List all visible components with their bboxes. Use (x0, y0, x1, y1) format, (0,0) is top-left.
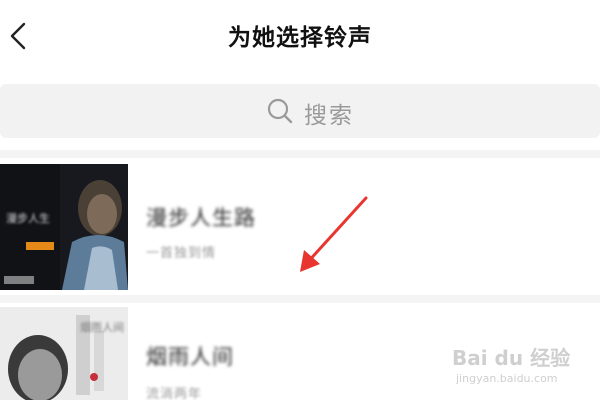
watermark: Bai du 经验 jingyan.baidu.com (452, 342, 572, 390)
page-title: 为她选择铃声 (228, 25, 372, 51)
song-subtitle: 流淌两年 (146, 387, 203, 400)
section-divider (0, 295, 600, 303)
album-cover-art (0, 164, 128, 290)
album-cover: 烟雨人间 (0, 307, 128, 400)
album-cover: 漫步人生 (0, 164, 128, 290)
search-icon (267, 98, 293, 124)
song-list-item[interactable]: 漫步人生 漫步人生路 一首独到情 (0, 160, 600, 295)
watermark-url: jingyan.baidu.com (456, 372, 558, 385)
top-bar: 为她选择铃声 (0, 0, 600, 72)
section-divider (0, 150, 600, 158)
watermark-brand: Bai du 经验 (452, 346, 571, 370)
search-placeholder: 搜索 (304, 103, 354, 129)
cover-caption: 漫步人生 (6, 212, 50, 225)
cover-caption: 烟雨人间 (80, 321, 124, 334)
song-subtitle: 一首独到情 (146, 246, 217, 261)
search-bar[interactable]: 搜索 (0, 84, 600, 138)
song-title: 烟雨人间 (146, 345, 234, 369)
song-title: 漫步人生路 (146, 206, 256, 230)
